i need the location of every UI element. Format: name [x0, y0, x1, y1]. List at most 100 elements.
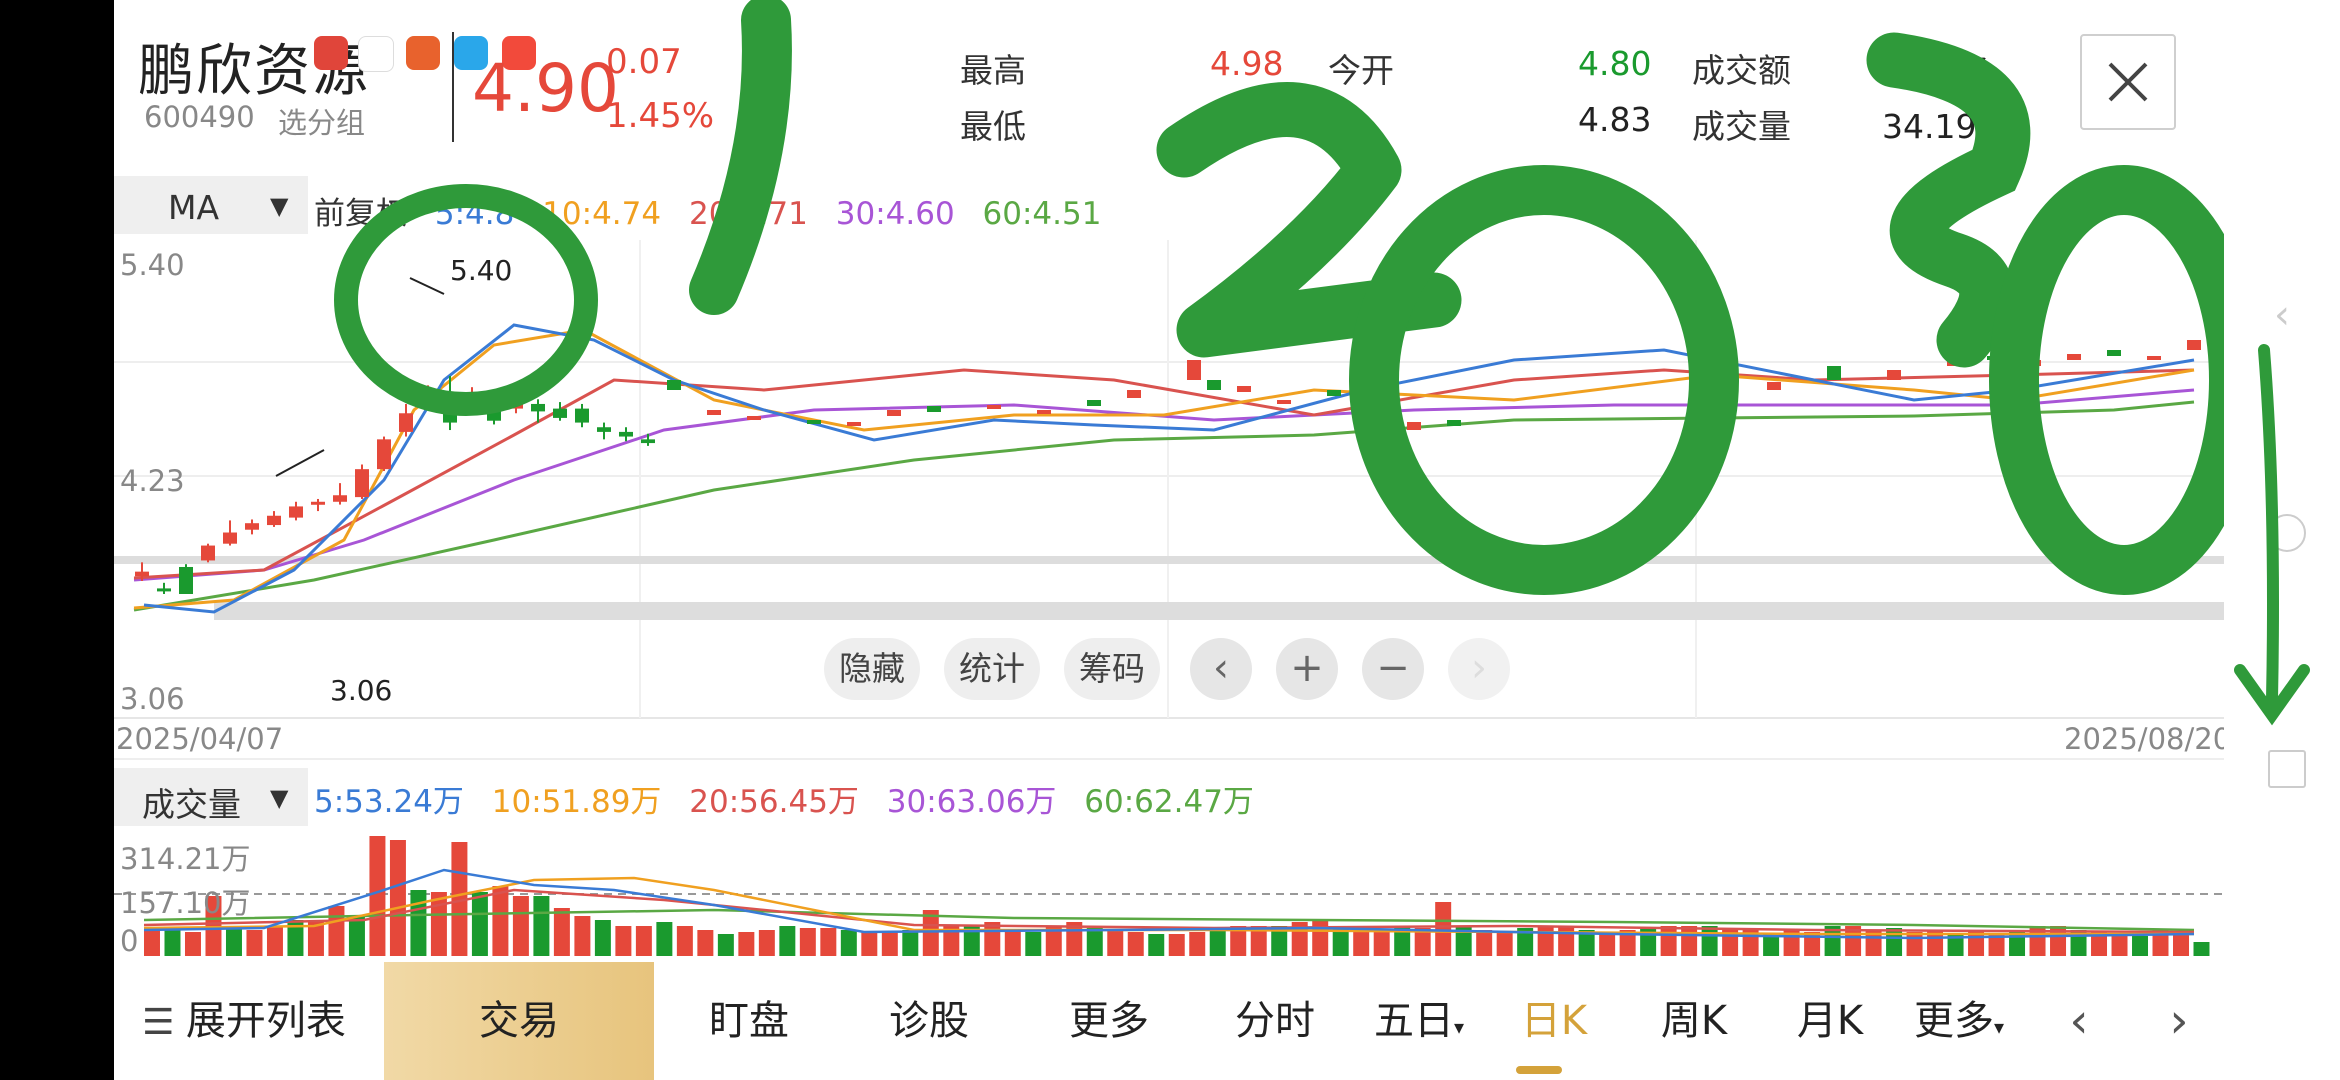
candle-body	[157, 588, 171, 592]
candle-body	[377, 439, 391, 470]
tab-daily-k[interactable]: 日K	[1494, 962, 1614, 1080]
candle	[267, 511, 281, 527]
tab-intraday[interactable]: 分时	[1210, 962, 1340, 1080]
candle	[553, 402, 567, 421]
volume-bar	[246, 930, 263, 956]
candle-body	[597, 427, 611, 432]
volume-bar	[553, 908, 570, 956]
tab-diagnose[interactable]: 诊股	[854, 962, 1004, 1080]
ma10-line	[133, 328, 2195, 610]
trough-label: 3.06	[330, 674, 393, 707]
volume-bar	[144, 930, 160, 956]
volume-bar	[1537, 926, 1554, 956]
candle-body	[1887, 370, 1901, 380]
candle	[597, 422, 611, 440]
volume-chart[interactable]	[114, 830, 2224, 960]
volume-bar	[225, 926, 242, 956]
volume-ma-row: 5:53.24万 10:51.89万 20:56.45万 30:63.06万 6…	[314, 776, 1272, 821]
ma60-line	[133, 400, 2195, 612]
tab-five-day[interactable]: 五日▾	[1344, 962, 1494, 1080]
price-change-pct: 1.45%	[606, 96, 715, 136]
volume-bar	[1701, 926, 1718, 956]
candle-body	[987, 405, 1001, 409]
candle	[333, 483, 347, 505]
zoom-out-button[interactable]: −	[1362, 638, 1424, 700]
candle-body	[1277, 400, 1291, 404]
candle-body	[1987, 356, 2001, 360]
current-price: 4.90	[472, 50, 619, 127]
checkbox-icon[interactable]	[2268, 750, 2306, 788]
candle-body	[311, 501, 325, 505]
tab-label: 更多	[1913, 998, 1994, 1044]
volume-bar	[266, 926, 283, 956]
close-button[interactable]	[2080, 34, 2176, 130]
candle-body	[1327, 390, 1341, 396]
tab-monthly-k[interactable]: 月K	[1770, 962, 1890, 1080]
active-tab-indicator	[1516, 1066, 1562, 1074]
candle-body	[1237, 386, 1251, 392]
volume-bar	[164, 930, 181, 956]
vol-ma5: 5:53.24万	[314, 784, 464, 820]
volume-bar	[1189, 932, 1206, 956]
candle-body	[707, 410, 721, 415]
close-icon	[2108, 62, 2148, 102]
select-group-link[interactable]: 选分组	[278, 100, 365, 142]
volume-bar	[840, 930, 857, 956]
volume-bar	[676, 926, 693, 956]
turnover-value: 1.64亿	[1882, 51, 1989, 90]
volume-indicator-selector[interactable]: 成交量 ▼	[114, 768, 308, 826]
date-end: 2025/08/20	[2064, 722, 2224, 756]
volume-bar	[984, 922, 1001, 956]
tab-more-periods[interactable]: 更多▾	[1894, 962, 2024, 1080]
candle-body	[399, 413, 413, 432]
candle-body	[201, 545, 215, 561]
stats-button[interactable]: 统计	[944, 638, 1040, 700]
tab-trade[interactable]: 交易	[384, 962, 654, 1080]
minus-icon: −	[1376, 645, 1410, 691]
adjust-mode[interactable]: 前复权	[314, 196, 407, 232]
indicator-selector[interactable]: MA ▼	[114, 176, 308, 234]
peak-label: 5.40	[450, 254, 513, 287]
chips-button[interactable]: 筹码	[1064, 638, 1160, 700]
scroll-left-button[interactable]: ‹	[1190, 638, 1252, 700]
volume-bar	[1373, 930, 1390, 956]
vol-ma20: 20:56.45万	[689, 784, 859, 820]
volume-bar	[656, 922, 673, 956]
prev-chevron-icon[interactable]: ‹	[2044, 962, 2114, 1080]
candle	[465, 387, 479, 414]
hide-button[interactable]: 隐藏	[824, 638, 920, 700]
chevron-left-icon: ‹	[1213, 645, 1229, 691]
candle	[509, 396, 523, 414]
ma-values-row: 前复权 5:4.8 10:4.74 20:4.71 30:4.60 60:4.5…	[314, 188, 1119, 233]
chevron-right-icon: ›	[1471, 645, 1487, 691]
qq-cloud-icon	[406, 36, 440, 70]
candle-body	[223, 532, 237, 544]
candle-body	[355, 469, 369, 498]
candle-body	[667, 380, 681, 390]
candle	[399, 403, 413, 437]
volume-bar	[799, 928, 816, 956]
low-label: 最低	[960, 107, 1026, 146]
candle-body	[1947, 360, 1961, 366]
huawei-icon	[314, 36, 348, 70]
plus-icon: +	[1290, 645, 1324, 691]
vol-ma30: 30:63.06万	[886, 784, 1057, 820]
next-chevron-icon[interactable]: ›	[2144, 962, 2214, 1080]
zoom-in-button[interactable]: +	[1276, 638, 1338, 700]
candle-body	[1187, 360, 1201, 380]
tab-watch[interactable]: 盯盘	[674, 962, 824, 1080]
tab-expand-list[interactable]: ☰ 展开列表	[114, 962, 374, 1080]
candle-body	[465, 394, 479, 409]
candle-body	[575, 408, 589, 423]
volume-bar	[594, 920, 611, 956]
kline-chart[interactable]	[114, 240, 2224, 720]
dropdown-caret-icon: ▼	[270, 192, 289, 220]
scroll-right-button[interactable]: ›	[1448, 638, 1510, 700]
tab-weekly-k[interactable]: 周K	[1634, 962, 1754, 1080]
volume-bar	[1968, 932, 1985, 956]
ma10-value: 10:4.74	[542, 196, 662, 232]
volume-bar	[512, 896, 529, 956]
candle-body	[1037, 410, 1051, 414]
tab-more[interactable]: 更多	[1034, 962, 1184, 1080]
candle	[223, 520, 237, 546]
